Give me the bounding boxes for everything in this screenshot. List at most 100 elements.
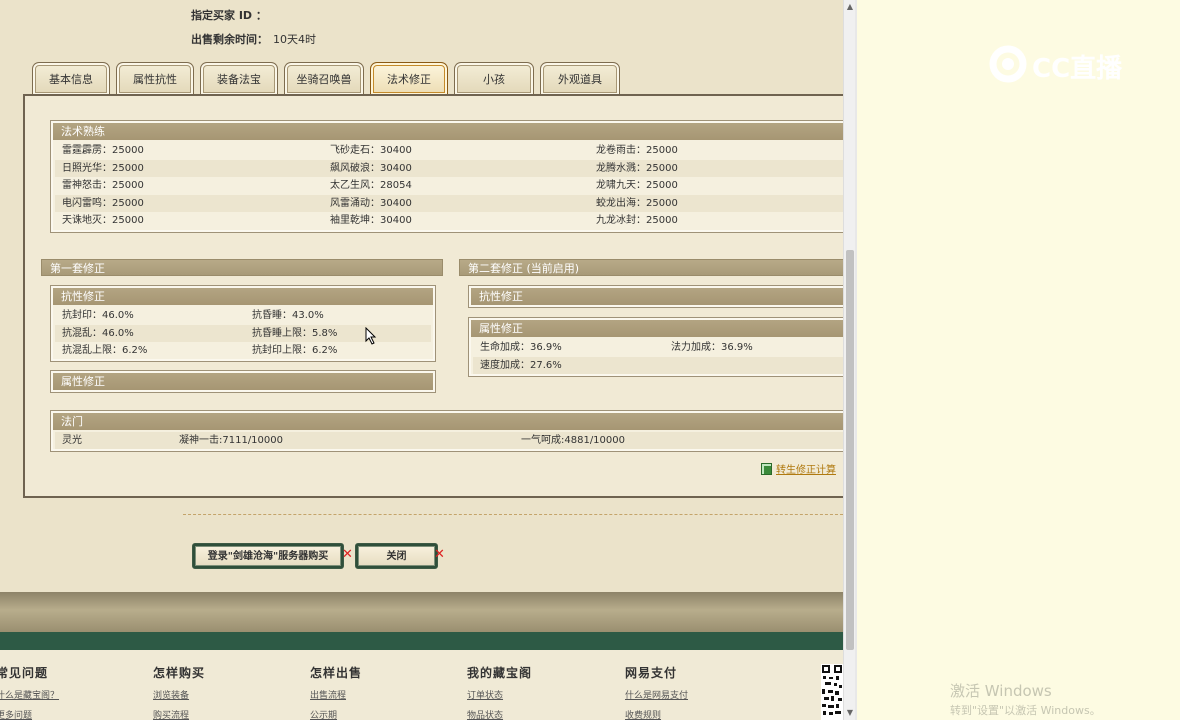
faction-box: 法门 灵光 凝神一击:7111/10000 一气呵成:4881/10000 [50,410,843,452]
spell-value: 九龙冰封：25000 [596,215,678,226]
tab-label: 基本信息 [49,73,93,86]
footer-link[interactable]: 订单状态 [467,688,503,701]
time-left-value: 10天4时 [273,33,316,46]
list-item: 速度加成：27.6% [473,357,843,374]
set1-resist-title: 抗性修正 [53,288,433,305]
resist-value: 抗混乱：46.0% [62,328,134,339]
login-buy-label: 登录"剑雄沧海"服务器购买 [195,546,341,566]
footer-link[interactable]: 收费规则 [625,708,661,720]
resist-value: 抗昏睡上限：5.8% [252,328,338,339]
list-item: 日照光华：25000 飙风破浪：30400 龙腾水溅：25000 [55,160,843,177]
set1-attr-title: 属性修正 [53,373,433,390]
resist-value: 抗封印：46.0% [62,310,134,321]
tab-label: 装备法宝 [217,73,261,86]
tab-child[interactable]: 小孩 [454,62,534,95]
list-item: 抗封印：46.0% 抗昏睡：43.0% [55,307,431,324]
faction-skill: 一气呵成:4881/10000 [521,435,625,446]
spell-value: 龙腾水溅：25000 [596,163,678,174]
list-item: 天诛地灭：25000 袖里乾坤：30400 九龙冰封：25000 [55,212,843,229]
site-footer: 常见问题 什么是藏宝阁？ 更多问题 怎样购买 浏览装备 购买流程 怎样出售 出售… [0,650,843,720]
list-item: 雷霆霹雳：25000 飞砂走石：30400 龙卷雨击：25000 [55,142,843,159]
tab-attr-resist[interactable]: 属性抗性 [116,62,194,95]
tab-label: 外观道具 [558,73,602,86]
close-label: 关闭 [358,546,435,566]
footer-col-title: 常见问题 [0,666,49,680]
footer-link[interactable]: 更多问题 [0,708,32,720]
attr-value: 速度加成：27.6% [480,360,562,371]
resist-value: 抗昏睡：43.0% [252,310,324,321]
footer-link[interactable]: 什么是网易支付 [625,688,688,701]
activation-subtitle: 转到"设置"以激活 Windows。 [950,704,1101,717]
calculator-icon [761,462,772,475]
spell-value: 日照光华：25000 [62,163,144,174]
tab-spell-correction[interactable]: 法术修正 [370,62,448,95]
time-left-label: 出售剩余时间： [191,33,268,46]
scrollbar-thumb[interactable] [846,250,854,650]
spell-value: 雷霆霹雳：25000 [62,145,144,156]
footer-col-title: 怎样购买 [153,666,206,680]
faction-name: 灵光 [62,435,82,446]
activation-title: 激活 Windows [950,682,1052,700]
set2-attr-title: 属性修正 [471,320,843,337]
list-item: 电闪雷鸣：25000 风雷涌动：30400 蛟龙出海：25000 [55,195,843,212]
set2-resist-box: 抗性修正 [468,285,843,308]
spell-value: 飙风破浪：30400 [330,163,412,174]
close-button[interactable]: 关闭 [355,543,438,569]
set1-title: 第一套修正 [41,259,443,276]
set2-title: 第二套修正 (当前启用) [459,259,843,276]
set1-resist-box: 抗性修正 抗封印：46.0% 抗昏睡：43.0% 抗混乱：46.0% 抗昏睡上限… [50,285,436,362]
close-x-icon: ✕ [342,547,353,562]
list-item: 灵光 凝神一击:7111/10000 一气呵成:4881/10000 [55,432,843,449]
spell-value: 袖里乾坤：30400 [330,215,412,226]
close-x-icon: ✕ [434,547,445,562]
spell-value: 太乙生风：28054 [330,180,412,191]
tab-mount-pet[interactable]: 坐骑召唤兽 [284,62,364,95]
tab-equipment[interactable]: 装备法宝 [200,62,278,95]
tab-appearance[interactable]: 外观道具 [540,62,620,95]
tab-label: 属性抗性 [133,73,177,86]
trade-detail-page: 指定买家 ID ： 出售剩余时间： 10天4时 基本信息 属性抗性 装备法宝 坐… [0,0,843,720]
footer-link[interactable]: 公示期 [310,708,337,720]
tab-label: 小孩 [483,73,505,86]
qr-code-icon [821,664,843,720]
login-buy-button[interactable]: 登录"剑雄沧海"服务器购买 [192,543,344,569]
footer-col-title: 网易支付 [625,666,678,680]
spell-value: 飞砂走石：30400 [330,145,412,156]
tab-basic-info[interactable]: 基本信息 [32,62,110,95]
set2-resist-title: 抗性修正 [471,288,843,305]
resist-value: 抗混乱上限：6.2% [62,345,148,356]
tab-label: 法术修正 [387,73,431,86]
spell-mastery-box: 法术熟练 雷霆霹雳：25000 飞砂走石：30400 龙卷雨击：25000 日照… [50,120,843,233]
attr-value: 生命加成：36.9% [480,342,562,353]
attr-value: 法力加成：36.9% [671,342,753,353]
set2-attr-box: 属性修正 生命加成：36.9% 法力加成：36.9% 速度加成：27.6% [468,317,843,377]
resist-value: 抗封印上限：6.2% [252,345,338,356]
spell-value: 龙啸九天：25000 [596,180,678,191]
cc-logo-icon [989,45,1027,83]
spell-value: 雷神怒击：25000 [62,180,144,191]
spell-mastery-title: 法术熟练 [53,123,843,140]
footer-link[interactable]: 浏览装备 [153,688,189,701]
spell-value: 电闪雷鸣：25000 [62,198,144,209]
footer-band [0,632,843,650]
calc-link[interactable]: 转生修正计算 [761,461,836,476]
list-item: 雷神怒击：25000 太乙生风：28054 龙啸九天：25000 [55,177,843,194]
divider [183,514,843,515]
faction-skill: 凝神一击:7111/10000 [179,435,283,446]
list-item: 生命加成：36.9% 法力加成：36.9% [473,339,843,356]
spell-value: 龙卷雨击：25000 [596,145,678,156]
footer-link[interactable]: 物品状态 [467,708,503,720]
spell-value: 风雷涌动：30400 [330,198,412,209]
faction-title: 法门 [53,413,843,430]
decorative-band [0,592,843,632]
footer-link[interactable]: 什么是藏宝阁？ [0,688,59,701]
footer-link[interactable]: 购买流程 [153,708,189,720]
calc-link-label: 转生修正计算 [776,465,836,476]
spell-value: 天诛地灭：25000 [62,215,144,226]
footer-col-title: 怎样出售 [310,666,363,680]
mouse-cursor-icon [365,327,377,345]
set1-attr-box: 属性修正 [50,370,436,393]
footer-col-title: 我的藏宝阁 [467,666,533,680]
tab-label: 坐骑召唤兽 [296,73,352,86]
footer-link[interactable]: 出售流程 [310,688,346,701]
